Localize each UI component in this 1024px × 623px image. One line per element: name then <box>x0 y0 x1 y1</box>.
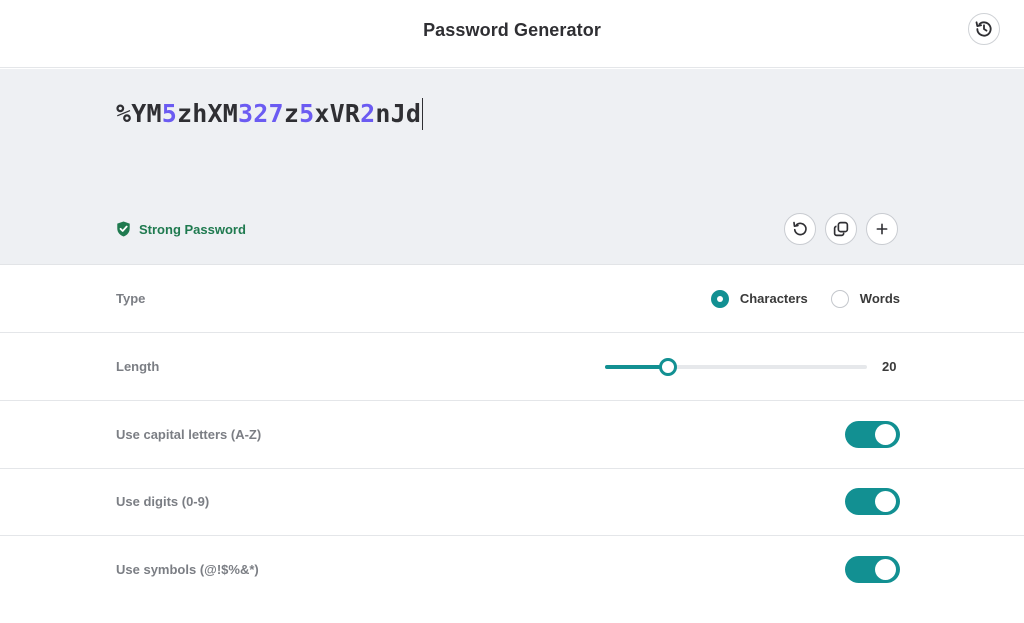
type-label: Type <box>116 291 146 306</box>
length-row: Length 20 <box>0 333 1024 401</box>
capitals-row: Use capital letters (A-Z) <box>0 401 1024 469</box>
password-digit-segment: 2 <box>360 99 376 128</box>
symbols-row: Use symbols (@!$%&*) <box>0 536 1024 604</box>
add-button[interactable] <box>866 213 898 245</box>
history-icon <box>975 21 992 37</box>
password-digit-segment: 5 <box>299 99 315 128</box>
refresh-icon <box>793 221 807 236</box>
password-char-segment: xVR <box>314 99 361 128</box>
page-title: Password Generator <box>423 20 601 40</box>
copy-button[interactable] <box>825 213 857 245</box>
password-field[interactable]: %YM5zhXM327z5xVR2nJd <box>116 98 424 130</box>
symbols-toggle-knob <box>875 559 896 580</box>
password-digit-segment: 327 <box>238 99 284 128</box>
plus-icon <box>876 223 888 235</box>
radio-words[interactable]: Words <box>830 289 900 308</box>
shield-check-icon <box>117 221 130 237</box>
history-button[interactable] <box>968 13 1000 45</box>
copy-icon <box>833 221 849 237</box>
length-slider-thumb[interactable] <box>658 358 677 376</box>
length-value: 20 <box>882 359 897 374</box>
digits-toggle[interactable] <box>845 488 900 515</box>
capitals-toggle[interactable] <box>845 421 900 448</box>
radio-words-label[interactable]: Words <box>860 291 900 306</box>
digits-toggle-knob <box>875 491 896 512</box>
radio-words-dot[interactable] <box>830 289 849 308</box>
length-label: Length <box>116 359 160 374</box>
strength-label: Strong Password <box>139 221 246 237</box>
capitals-label: Use capital letters (A-Z) <box>116 427 262 442</box>
radio-characters[interactable]: Characters <box>710 289 808 308</box>
radio-characters-dot[interactable] <box>710 289 729 308</box>
app-header: Password Generator <box>0 0 1024 68</box>
password-panel: %YM5zhXM327z5xVR2nJd Strong Password <box>0 69 1024 265</box>
length-slider[interactable] <box>605 358 867 376</box>
password-char-segment: z <box>283 99 300 128</box>
digits-label: Use digits (0-9) <box>116 494 210 509</box>
strength-indicator: Strong Password <box>116 221 246 237</box>
password-digit-segment: 5 <box>161 99 178 128</box>
text-caret <box>422 98 424 130</box>
type-radio-group: Characters Words <box>710 265 900 332</box>
type-row: Type Characters Words <box>0 265 1024 333</box>
password-char-segment: %YM <box>116 99 162 128</box>
capitals-toggle-knob <box>875 424 896 445</box>
password-actions <box>784 213 898 245</box>
regenerate-button[interactable] <box>784 213 816 245</box>
symbols-label: Use symbols (@!$%&*) <box>116 562 259 577</box>
password-char-segment: zhXM <box>177 99 239 128</box>
digits-row: Use digits (0-9) <box>0 468 1024 536</box>
password-char-segment: nJd <box>375 99 422 128</box>
symbols-toggle[interactable] <box>845 556 900 583</box>
radio-characters-label[interactable]: Characters <box>740 291 808 306</box>
